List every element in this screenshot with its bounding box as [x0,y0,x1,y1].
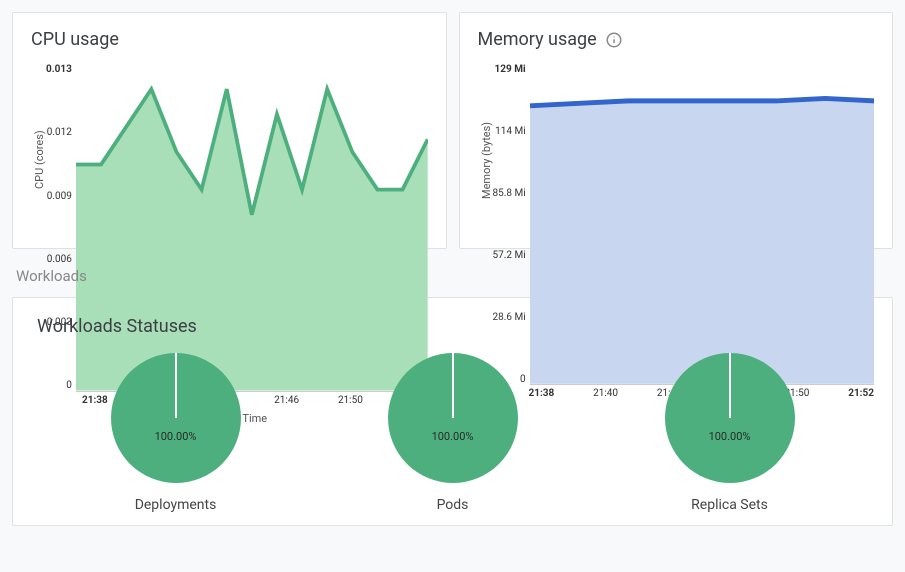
cpu-y-axis-label: CPU (cores) [31,64,46,234]
status-pct: 100.00% [155,430,197,443]
status-pct: 100.00% [709,430,751,443]
pie-chart-icon: 100.00% [665,353,795,483]
status-label: Replica Sets [691,497,768,513]
status-pods: 100.00% Pods [388,353,518,513]
memory-chart: Memory (bytes) 129 Mi 114 Mi 85.8 Mi 57.… [478,64,875,234]
status-label: Deployments [135,497,217,513]
status-deployments: 100.00% Deployments [111,353,241,513]
pie-chart-icon: 100.00% [388,353,518,483]
memory-usage-card: Memory usage Memory (bytes) 129 Mi 114 M… [459,12,894,249]
cpu-usage-card: CPU usage CPU (cores) 0.013 0.012 0.009 … [12,12,447,249]
status-pct: 100.00% [432,430,474,443]
cpu-card-title: CPU usage [31,29,428,50]
memory-card-title: Memory usage [478,29,597,50]
memory-plot-svg [530,64,874,385]
cpu-y-ticks: 0.013 0.012 0.009 0.006 0.003 0 [46,64,76,392]
pie-chart-icon: 100.00% [111,353,241,483]
status-replica-sets: 100.00% Replica Sets [665,353,795,513]
memory-y-axis-label: Memory (bytes) [478,64,493,234]
status-label: Pods [437,497,469,513]
memory-y-ticks: 129 Mi 114 Mi 85.8 Mi 57.2 Mi 28.6 Mi 0 [493,64,530,385]
cpu-chart: CPU (cores) 0.013 0.012 0.009 0.006 0.00… [31,64,428,234]
cpu-plot-svg [76,64,428,392]
info-icon[interactable] [605,31,623,49]
